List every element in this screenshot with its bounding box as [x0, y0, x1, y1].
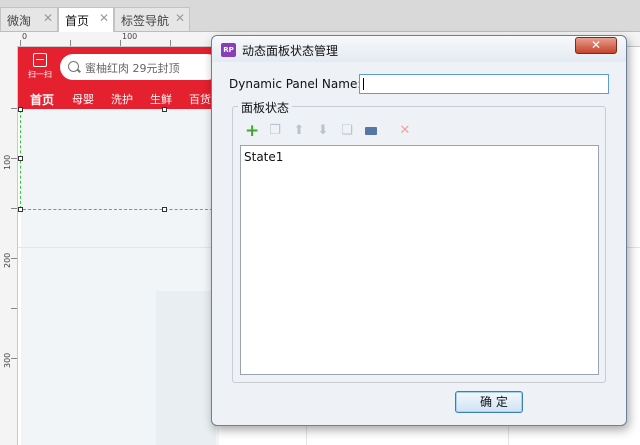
move-down-icon[interactable]: ⬇ — [316, 124, 330, 138]
panel-name-input[interactable] — [359, 74, 609, 94]
panel-name-label: Dynamic Panel Name: — [229, 77, 362, 91]
resize-handle[interactable] — [162, 207, 167, 212]
resize-handle[interactable] — [18, 107, 23, 112]
mobile-header[interactable]: 扫一扫 蜜柚红肉 29元封顶 首页 母婴 洗护 生鲜 百货 — [18, 47, 214, 109]
content-block — [156, 291, 216, 445]
scan-label: 扫一扫 — [28, 70, 52, 79]
resize-handle[interactable] — [18, 156, 23, 161]
tab-label: 首页 — [65, 14, 90, 28]
dialog-title: 动态面板状态管理 — [242, 44, 339, 58]
ruler-label: 300 — [3, 352, 12, 368]
category-nav: 首页 母婴 洗护 生鲜 百货 — [18, 89, 214, 109]
search-placeholder: 蜜柚红肉 29元封顶 — [85, 62, 180, 75]
nav-item-baby[interactable]: 母婴 — [72, 91, 94, 107]
tab-label: 标签导航 — [121, 14, 170, 28]
nav-item-care[interactable]: 洗护 — [111, 91, 133, 107]
close-icon[interactable]: ✕ — [43, 11, 53, 25]
axure-rp-icon: RP — [221, 43, 236, 57]
search-icon — [68, 61, 79, 72]
close-button[interactable]: ✕ — [575, 37, 617, 54]
text-caret — [363, 78, 364, 90]
tab-label-nav[interactable]: 标签导航 ✕ — [114, 7, 190, 31]
scan-icon — [33, 53, 47, 67]
ruler-label: 0 — [22, 32, 28, 41]
selection-guide — [18, 209, 218, 210]
ok-button[interactable]: 确 定 — [455, 391, 523, 413]
vertical-ruler: 100 200 300 — [0, 46, 18, 445]
tab-weitao[interactable]: 微淘 ✕ — [0, 7, 58, 31]
nav-item-fresh[interactable]: 生鲜 — [150, 91, 172, 107]
panel-states-label: 面板状态 — [238, 99, 293, 116]
state-list[interactable]: State1 — [240, 145, 599, 375]
document-tabbar: 微淘 ✕ 首页 ✕ 标签导航 ✕ — [0, 0, 640, 32]
scan-button[interactable]: 扫一扫 — [24, 53, 56, 80]
tab-home[interactable]: 首页 ✕ — [58, 7, 114, 32]
close-icon[interactable]: ✕ — [175, 11, 185, 25]
edit-icon[interactable] — [364, 124, 378, 138]
dialog-titlebar[interactable]: RP 动态面板状态管理 ✕ — [212, 36, 626, 62]
delete-icon[interactable]: ✕ — [398, 124, 412, 138]
duplicate-icon[interactable]: ❐ — [268, 124, 282, 138]
move-up-icon[interactable]: ⬆ — [292, 124, 306, 138]
nav-item-home[interactable]: 首页 — [30, 91, 54, 108]
state-item[interactable]: State1 — [244, 150, 283, 164]
ruler-label: 100 — [3, 154, 12, 170]
search-box[interactable]: 蜜柚红肉 29元封顶 — [60, 54, 214, 80]
resize-handle[interactable] — [162, 107, 167, 112]
dynamic-panel-state-dialog: RP 动态面板状态管理 ✕ Dynamic Panel Name: 面板状态 +… — [211, 35, 627, 426]
tab-label: 微淘 — [7, 14, 32, 28]
resize-handle[interactable] — [18, 207, 23, 212]
nav-item-goods[interactable]: 百货 — [189, 91, 211, 107]
add-icon[interactable]: + — [245, 123, 259, 140]
close-icon[interactable]: ✕ — [99, 11, 109, 25]
copy-icon[interactable]: ❏ — [340, 124, 354, 138]
ruler-label: 200 — [3, 252, 12, 268]
ruler-label: 100 — [122, 32, 138, 41]
